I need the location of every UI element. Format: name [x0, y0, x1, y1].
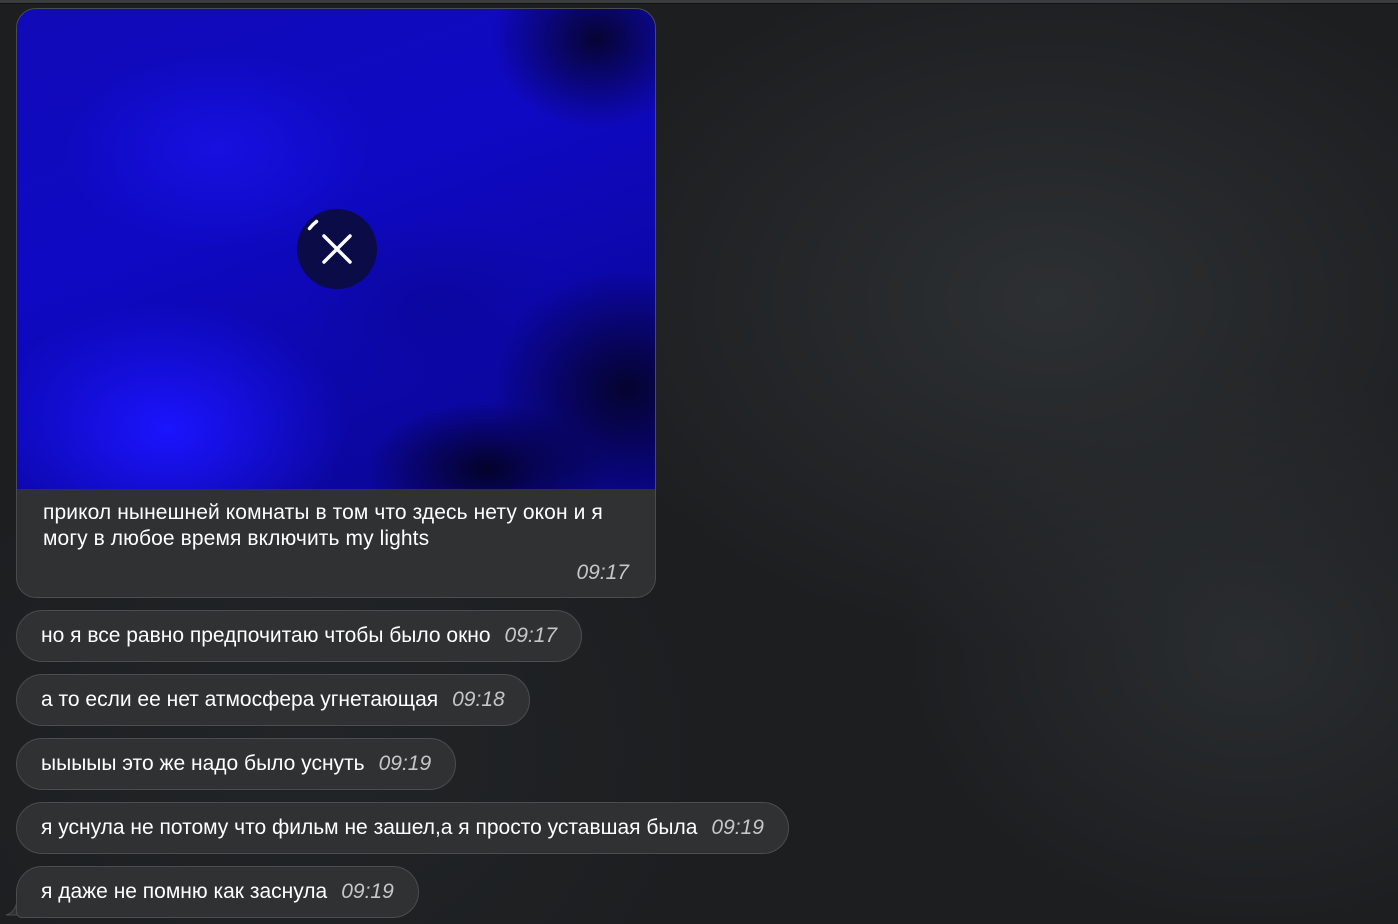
message-bubble[interactable]: ыыыыы это же надо было уснуть 09:19	[16, 738, 457, 790]
message-text: а то если ее нет атмосфера угнетающая	[41, 688, 439, 711]
message-text: но я все равно предпочитаю чтобы было ок…	[41, 624, 491, 647]
message-bubble[interactable]: я уснула не потому что фильм не зашел,а …	[16, 802, 789, 854]
photo-caption: прикол нынешней комнаты в том что здесь …	[43, 501, 603, 550]
message-text: я уснула не потому что фильм не зашел,а …	[41, 816, 698, 839]
message-time: 09:19	[378, 752, 432, 775]
cancel-download-button[interactable]	[297, 209, 377, 289]
message-text: ыыыыы это же надо было уснуть	[41, 752, 365, 775]
message-time: 09:19	[711, 816, 764, 839]
message-bubble[interactable]: я даже не помню как заснула 09:19	[16, 866, 419, 918]
download-progress-arc	[307, 219, 319, 231]
message-time: 09:17	[576, 561, 629, 584]
photo-preview[interactable]	[17, 9, 655, 489]
message-time: 09:17	[504, 624, 558, 647]
message-time: 09:19	[341, 880, 394, 903]
message-text: я даже не помню как заснула	[41, 880, 328, 903]
message-list[interactable]: прикол нынешней комнаты в том что здесь …	[0, 0, 1398, 924]
photo-message[interactable]: прикол нынешней комнаты в том что здесь …	[16, 8, 656, 598]
message-bubble[interactable]: но я все равно предпочитаю чтобы было ок…	[16, 610, 583, 662]
message-time: 09:18	[452, 688, 505, 711]
message-bubble[interactable]: а то если ее нет атмосфера угнетающая 09…	[16, 674, 530, 726]
